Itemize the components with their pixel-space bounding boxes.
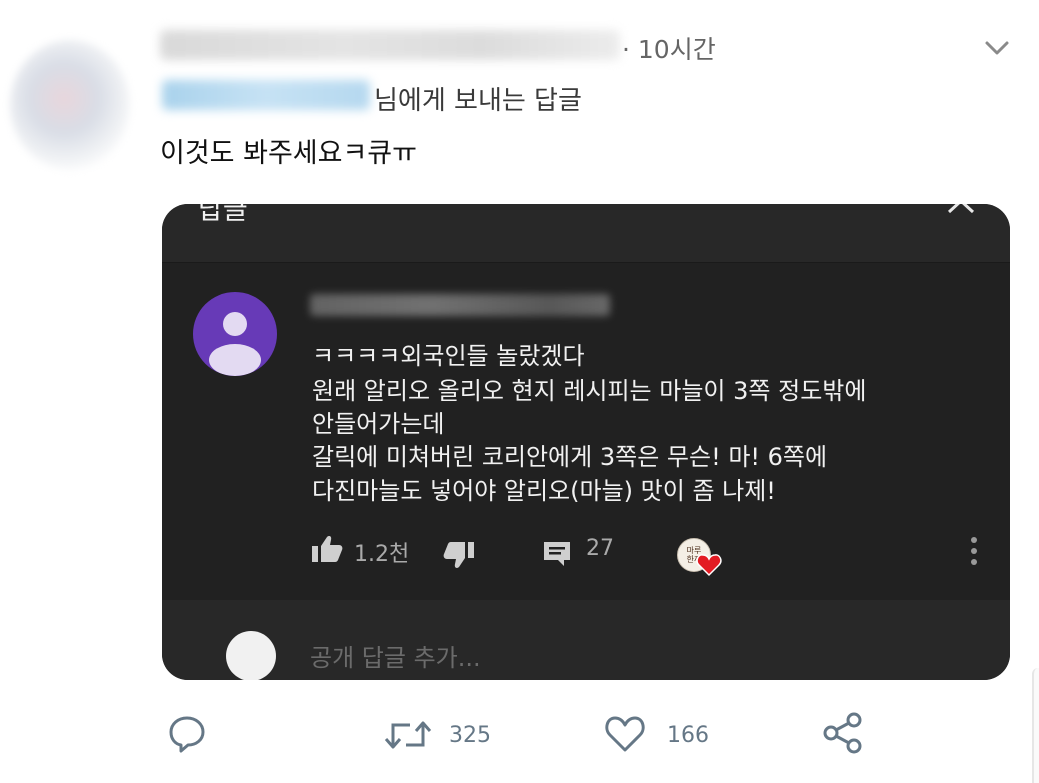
share-icon[interactable] [822,712,864,754]
comment-line: 다진마늘도 넣어야 알리오(마늘) 맛이 좀 나제! [312,477,776,505]
comment-reply-count: 27 [586,536,614,561]
embedded-comment-screenshot[interactable]: 답글 ㅋㅋㅋㅋ외국인들 놀랐겠다 원래 알리오 올리오 현지 레시피는 마늘이 … [162,204,1010,680]
replies-header: 답글 [162,204,1010,263]
commenter-name-redacted [310,294,610,316]
default-user-icon [209,312,261,376]
replies-title: 답글 [198,204,248,226]
add-reply-bar: 공개 답글 추가... [162,600,1010,680]
heart-icon [696,554,722,577]
reply-icon[interactable] [167,714,207,754]
current-user-avatar [226,631,276,680]
caret-down-icon[interactable] [982,36,1012,60]
comment-line: 갈릭에 미쳐버린 코리안에게 3쪽은 무슨! 마! 6쪽에 [312,443,828,471]
thumbs-down-icon [443,542,474,568]
add-reply-placeholder: 공개 답글 추가... [310,644,481,672]
adjacent-card-edge [1032,668,1039,783]
tweet-author-name-redacted[interactable] [160,30,620,60]
retweet-count: 325 [449,723,491,748]
like-count: 166 [667,723,709,748]
comment-line: ㅋㅋㅋㅋ외국인들 놀랐겠다 [312,342,585,370]
reply-comment-icon [544,542,570,566]
reply-to-label: 님에게 보내는 답글 [374,86,582,116]
reply-to-mention-redacted[interactable] [162,80,370,110]
retweet-icon[interactable] [384,717,432,753]
thumbs-up-icon [312,536,343,562]
comment-line: 원래 알리오 올리오 현지 레시피는 마늘이 3쪽 정도밖에 [312,377,867,405]
close-icon [947,204,975,214]
comment-like-count: 1.2천 [354,542,410,567]
more-options-icon [971,537,977,565]
commenter-avatar [193,292,277,376]
heart-icon[interactable] [603,714,647,754]
comment-line: 안들어가는데 [312,410,445,438]
tweet-text: 이것도 봐주세요ㅋ큐ㅠ [160,138,417,169]
tweet-author-avatar[interactable] [10,40,130,170]
creator-heart: 마루 한끼 [677,538,725,578]
tweet-timestamp: · 10시간 [622,35,716,64]
